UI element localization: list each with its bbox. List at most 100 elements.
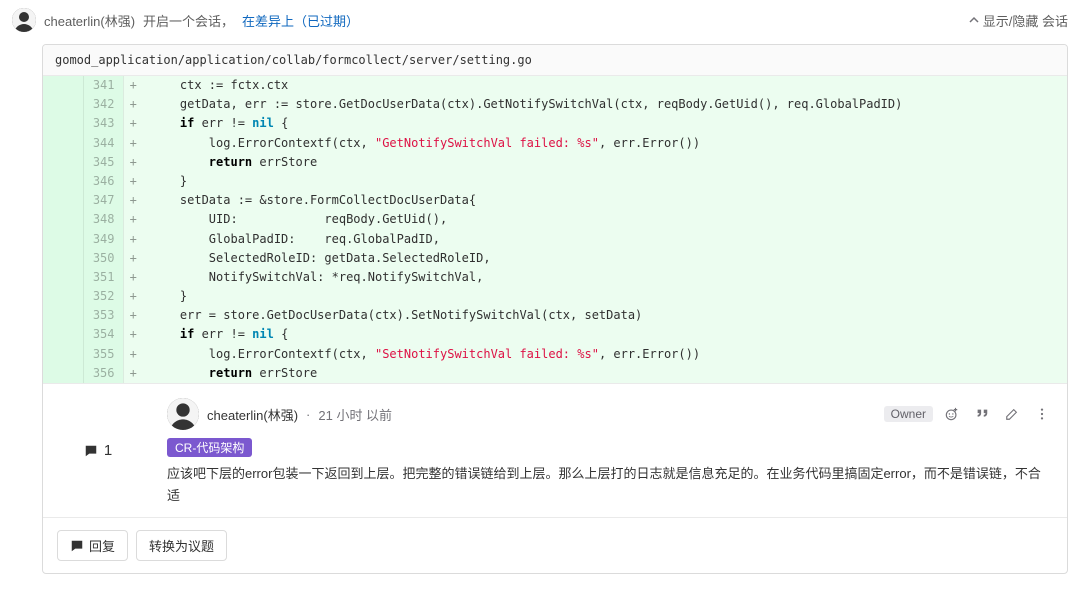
diff-line[interactable]: .349+ GlobalPadID: req.GlobalPadID, bbox=[43, 230, 1067, 249]
comment-count: 1 bbox=[104, 442, 112, 459]
comment-author[interactable]: cheaterlin(林强) bbox=[207, 405, 298, 424]
code-content: ctx := fctx.ctx bbox=[143, 76, 1067, 95]
code-content: log.ErrorContextf(ctx, "SetNotifySwitchV… bbox=[143, 345, 1067, 364]
separator: · bbox=[306, 407, 310, 422]
line-number-old: . bbox=[43, 134, 83, 153]
file-path[interactable]: gomod_application/application/collab/for… bbox=[43, 45, 1067, 76]
line-number-new: 348 bbox=[83, 210, 123, 229]
line-number-new: 349 bbox=[83, 230, 123, 249]
comment-body: cheaterlin(林强) · 21 小时 以前 Owner CR-代码架 bbox=[153, 384, 1067, 517]
line-number-new: 344 bbox=[83, 134, 123, 153]
code-content: } bbox=[143, 172, 1067, 191]
diff-line[interactable]: .353+ err = store.GetDocUserData(ctx).Se… bbox=[43, 306, 1067, 325]
more-actions-button[interactable] bbox=[1031, 405, 1053, 423]
diff-line[interactable]: .346+ } bbox=[43, 172, 1067, 191]
diff-line[interactable]: .356+ return errStore bbox=[43, 364, 1067, 383]
comment-gutter: 1 bbox=[43, 384, 153, 517]
line-number-old: . bbox=[43, 191, 83, 210]
diff-line[interactable]: .352+ } bbox=[43, 287, 1067, 306]
comment-icon bbox=[84, 444, 98, 458]
line-number-old: . bbox=[43, 306, 83, 325]
diff-line[interactable]: .348+ UID: reqBody.GetUid(), bbox=[43, 210, 1067, 229]
toggle-thread-link[interactable]: 显示/隐藏 会话 bbox=[969, 11, 1068, 30]
comment-time[interactable]: 21 小时 以前 bbox=[318, 405, 392, 424]
diff-table: .341+ ctx := fctx.ctx.342+ getData, err … bbox=[43, 76, 1067, 383]
diff-line[interactable]: .345+ return errStore bbox=[43, 153, 1067, 172]
line-number-old: . bbox=[43, 325, 83, 344]
line-number-old: . bbox=[43, 268, 83, 287]
line-number-new: 341 bbox=[83, 76, 123, 95]
line-number-new: 356 bbox=[83, 364, 123, 383]
line-number-old: . bbox=[43, 287, 83, 306]
diff-line[interactable]: .354+ if err != nil { bbox=[43, 325, 1067, 344]
thread-target-link[interactable]: 在差异上（已过期） bbox=[242, 11, 359, 30]
diff-line[interactable]: .344+ log.ErrorContextf(ctx, "GetNotifyS… bbox=[43, 134, 1067, 153]
thread-author[interactable]: cheaterlin(林强) bbox=[44, 11, 135, 30]
line-number-new: 350 bbox=[83, 249, 123, 268]
diff-line[interactable]: .341+ ctx := fctx.ctx bbox=[43, 76, 1067, 95]
diff-line[interactable]: .355+ log.ErrorContextf(ctx, "SetNotifyS… bbox=[43, 345, 1067, 364]
diff-marker: + bbox=[123, 325, 143, 344]
comment-block: 1 cheaterlin(林强) · 21 小时 以前 Owner bbox=[43, 383, 1067, 517]
convert-to-issue-button[interactable]: 转换为议题 bbox=[136, 530, 227, 561]
code-content: UID: reqBody.GetUid(), bbox=[143, 210, 1067, 229]
diff-line[interactable]: .351+ NotifySwitchVal: *req.NotifySwitch… bbox=[43, 268, 1067, 287]
reply-label: 回复 bbox=[89, 536, 115, 555]
comment-text: 应该吧下层的error包装一下返回到上层。把完整的错误链给到上层。那么上层打的日… bbox=[167, 463, 1053, 507]
diff-line[interactable]: .347+ setData := &store.FormCollectDocUs… bbox=[43, 191, 1067, 210]
diff-line[interactable]: .350+ SelectedRoleID: getData.SelectedRo… bbox=[43, 249, 1067, 268]
diff-marker: + bbox=[123, 287, 143, 306]
line-number-new: 354 bbox=[83, 325, 123, 344]
discussion-panel: gomod_application/application/collab/for… bbox=[42, 44, 1068, 574]
toggle-thread-label: 显示/隐藏 会话 bbox=[983, 11, 1068, 30]
line-number-old: . bbox=[43, 76, 83, 95]
code-content: err = store.GetDocUserData(ctx).SetNotif… bbox=[143, 306, 1067, 325]
code-content: setData := &store.FormCollectDocUserData… bbox=[143, 191, 1067, 210]
code-content: NotifySwitchVal: *req.NotifySwitchVal, bbox=[143, 268, 1067, 287]
diff-marker: + bbox=[123, 230, 143, 249]
thread-header: cheaterlin(林强) 开启一个会话， 在差异上（已过期） 显示/隐藏 会… bbox=[0, 0, 1080, 40]
line-number-new: 346 bbox=[83, 172, 123, 191]
owner-badge: Owner bbox=[884, 406, 933, 422]
code-content: } bbox=[143, 287, 1067, 306]
line-number-new: 347 bbox=[83, 191, 123, 210]
line-number-new: 345 bbox=[83, 153, 123, 172]
reply-button[interactable]: 回复 bbox=[57, 530, 128, 561]
quote-button[interactable] bbox=[971, 405, 993, 423]
diff-line[interactable]: .343+ if err != nil { bbox=[43, 114, 1067, 133]
diff-line[interactable]: .342+ getData, err := store.GetDocUserDa… bbox=[43, 95, 1067, 114]
diff-marker: + bbox=[123, 153, 143, 172]
diff-marker: + bbox=[123, 95, 143, 114]
line-number-old: . bbox=[43, 153, 83, 172]
line-number-new: 343 bbox=[83, 114, 123, 133]
avatar[interactable] bbox=[12, 8, 36, 32]
diff-marker: + bbox=[123, 191, 143, 210]
comment-tag[interactable]: CR-代码架构 bbox=[167, 438, 252, 457]
code-content: if err != nil { bbox=[143, 325, 1067, 344]
convert-label: 转换为议题 bbox=[149, 536, 214, 555]
line-number-old: . bbox=[43, 249, 83, 268]
line-number-new: 355 bbox=[83, 345, 123, 364]
line-number-new: 353 bbox=[83, 306, 123, 325]
add-reaction-button[interactable] bbox=[941, 405, 963, 423]
code-content: return errStore bbox=[143, 153, 1067, 172]
edit-button[interactable] bbox=[1001, 405, 1023, 423]
diff-marker: + bbox=[123, 364, 143, 383]
code-content: return errStore bbox=[143, 364, 1067, 383]
avatar[interactable] bbox=[167, 398, 199, 430]
line-number-old: . bbox=[43, 345, 83, 364]
diff-marker: + bbox=[123, 114, 143, 133]
diff-marker: + bbox=[123, 268, 143, 287]
diff-marker: + bbox=[123, 345, 143, 364]
line-number-old: . bbox=[43, 172, 83, 191]
code-content: SelectedRoleID: getData.SelectedRoleID, bbox=[143, 249, 1067, 268]
line-number-old: . bbox=[43, 95, 83, 114]
line-number-old: . bbox=[43, 364, 83, 383]
code-content: GlobalPadID: req.GlobalPadID, bbox=[143, 230, 1067, 249]
diff-marker: + bbox=[123, 249, 143, 268]
diff-marker: + bbox=[123, 134, 143, 153]
diff-marker: + bbox=[123, 306, 143, 325]
comment-actions: 回复 转换为议题 bbox=[43, 517, 1067, 573]
diff-marker: + bbox=[123, 210, 143, 229]
line-number-new: 342 bbox=[83, 95, 123, 114]
